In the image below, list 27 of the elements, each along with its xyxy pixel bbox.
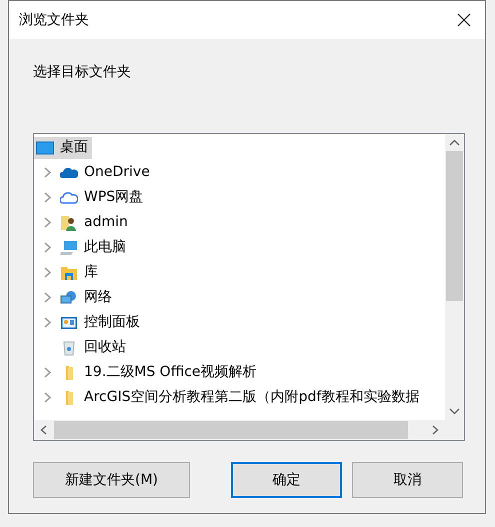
tree-item[interactable]: 网络 (58, 286, 116, 308)
tree-item[interactable]: 回收站 (58, 336, 130, 358)
tree-item[interactable]: 此电脑 (58, 236, 130, 258)
tree-item-label: 此电脑 (84, 238, 126, 257)
tree-item-label: 库 (84, 263, 98, 282)
tree-item[interactable]: OneDrive (58, 162, 154, 184)
tree-item-label: 回收站 (84, 338, 126, 357)
tree-item[interactable]: 库 (58, 262, 102, 284)
tree-item-label: 控制面板 (84, 313, 140, 332)
tree-item-label: 19.二级MS Office视频解析 (84, 363, 257, 382)
tree-item[interactable]: WPS网盘 (58, 186, 148, 208)
tree-item-label: admin (84, 213, 128, 232)
tree-item-label: OneDrive (84, 163, 150, 182)
prompt-text: 选择目标文件夹 (33, 64, 131, 80)
tree-item-label: 桌面 (60, 138, 88, 157)
tree-item[interactable]: admin (58, 212, 132, 234)
dialog-button[interactable]: 取消 (352, 462, 463, 498)
dialog-button[interactable]: 确定 (231, 462, 342, 498)
window-title: 浏览文件夹 (19, 10, 89, 30)
tree-item[interactable]: 控制面板 (58, 312, 144, 334)
tree-item[interactable]: 19.二级MS Office视频解析 (58, 362, 261, 384)
tree-item-label: 网络 (84, 288, 112, 307)
dialog-button[interactable]: 新建文件夹(M) (33, 462, 190, 498)
tree-item[interactable]: 桌面 (34, 136, 92, 158)
tree-item-label: ArcGIS空间分析教程第二版（内附pdf教程和实验数据 (84, 388, 420, 407)
tree-item[interactable]: ArcGIS空间分析教程第二版（内附pdf教程和实验数据 (58, 386, 424, 408)
tree-item-label: WPS网盘 (84, 188, 144, 207)
